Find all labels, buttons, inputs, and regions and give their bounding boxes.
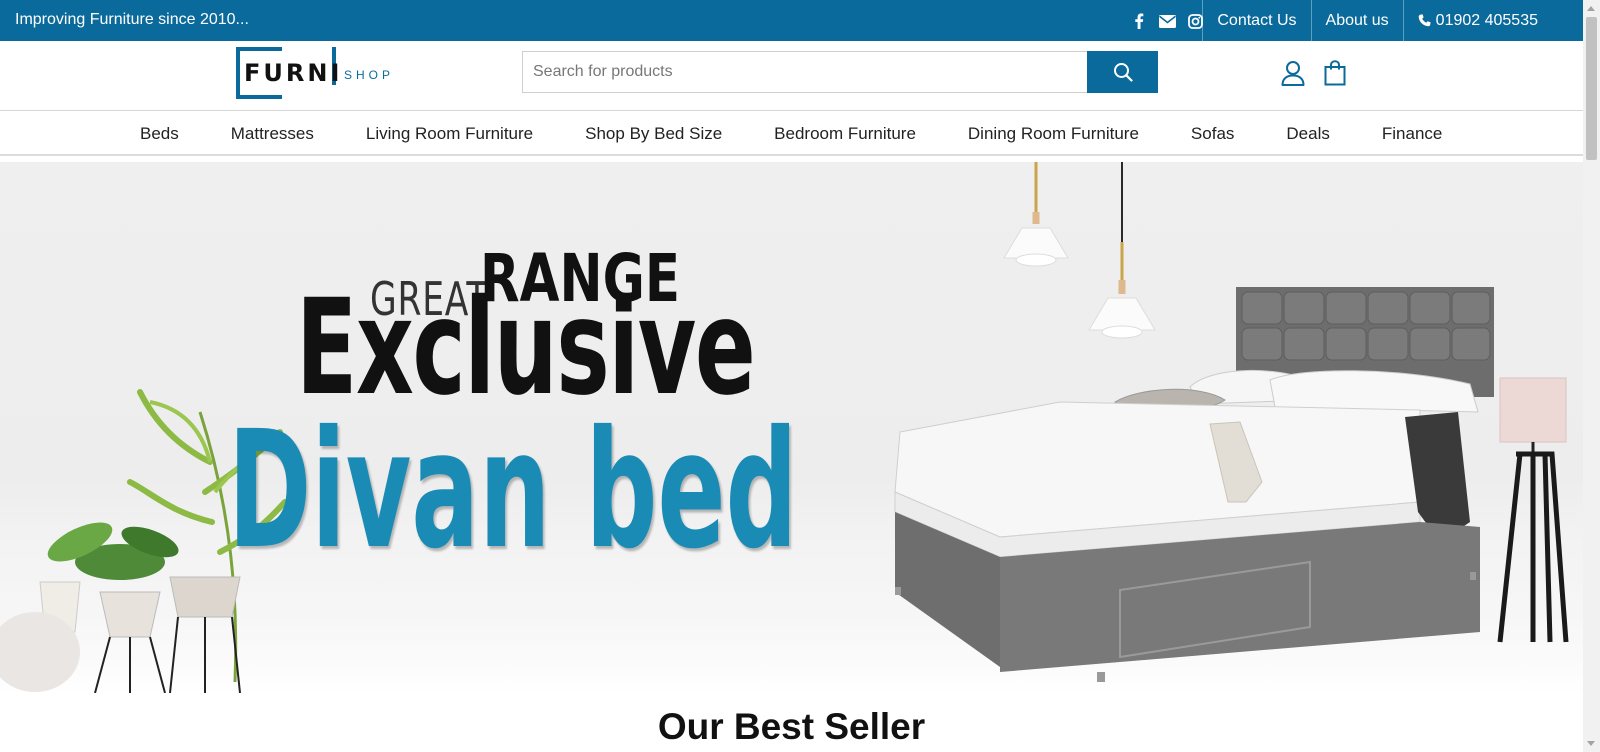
about-us-link[interactable]: About us xyxy=(1310,0,1403,41)
section-title: Our Best Seller xyxy=(657,706,926,747)
logo-subtext: SHOP xyxy=(344,68,395,82)
scroll-down-icon[interactable] xyxy=(1587,741,1595,746)
social-links xyxy=(1130,12,1204,30)
shopping-bag-icon[interactable] xyxy=(1322,59,1348,87)
top-links: Contact Us About us 01902 405535 xyxy=(1202,0,1583,41)
search-input[interactable] xyxy=(522,51,1088,93)
nav-item-mattresses[interactable]: Mattresses xyxy=(231,124,314,144)
hero-divan-text: Divan bed xyxy=(228,397,798,585)
main-nav: Beds Mattresses Living Room Furniture Sh… xyxy=(0,112,1583,156)
site-header: FURNI SHOP xyxy=(0,41,1583,111)
tagline: Improving Furniture since 2010... xyxy=(15,11,249,28)
nav-item-living-room-furniture[interactable]: Living Room Furniture xyxy=(366,124,533,144)
nav-item-deals[interactable]: Deals xyxy=(1286,124,1329,144)
contact-us-link[interactable]: Contact Us xyxy=(1202,0,1310,41)
scroll-up-icon[interactable] xyxy=(1587,6,1595,11)
site-logo[interactable]: FURNI SHOP xyxy=(236,47,396,99)
envelope-icon[interactable] xyxy=(1158,12,1176,30)
phone-link[interactable]: 01902 405535 xyxy=(1402,0,1583,41)
search-bar xyxy=(522,51,1158,93)
top-bar: Improving Furniture since 2010... Contac… xyxy=(0,0,1583,41)
logo-text: FURNI xyxy=(244,59,343,87)
nav-item-beds[interactable]: Beds xyxy=(140,124,179,144)
scrollbar-thumb[interactable] xyxy=(1586,17,1597,160)
instagram-icon[interactable] xyxy=(1186,12,1204,30)
hero-banner[interactable]: GREAT RANGE Exclusive Divan bed xyxy=(0,162,1583,693)
phone-number: 01902 405535 xyxy=(1435,11,1538,29)
nav-item-bedroom-furniture[interactable]: Bedroom Furniture xyxy=(774,124,916,144)
facebook-icon[interactable] xyxy=(1130,12,1148,30)
page-scrollbar[interactable] xyxy=(1583,0,1600,752)
search-icon xyxy=(1113,63,1133,82)
nav-item-sofas[interactable]: Sofas xyxy=(1191,124,1234,144)
user-icon[interactable] xyxy=(1280,59,1306,87)
phone-icon xyxy=(1418,14,1431,27)
header-icons xyxy=(1280,59,1348,87)
nav-item-dining-room-furniture[interactable]: Dining Room Furniture xyxy=(968,124,1139,144)
nav-item-shop-by-bed-size[interactable]: Shop By Bed Size xyxy=(585,124,722,144)
nav-item-finance[interactable]: Finance xyxy=(1382,124,1442,144)
search-button[interactable] xyxy=(1087,51,1158,93)
hero-exclusive-text: Exclusive xyxy=(296,271,756,425)
